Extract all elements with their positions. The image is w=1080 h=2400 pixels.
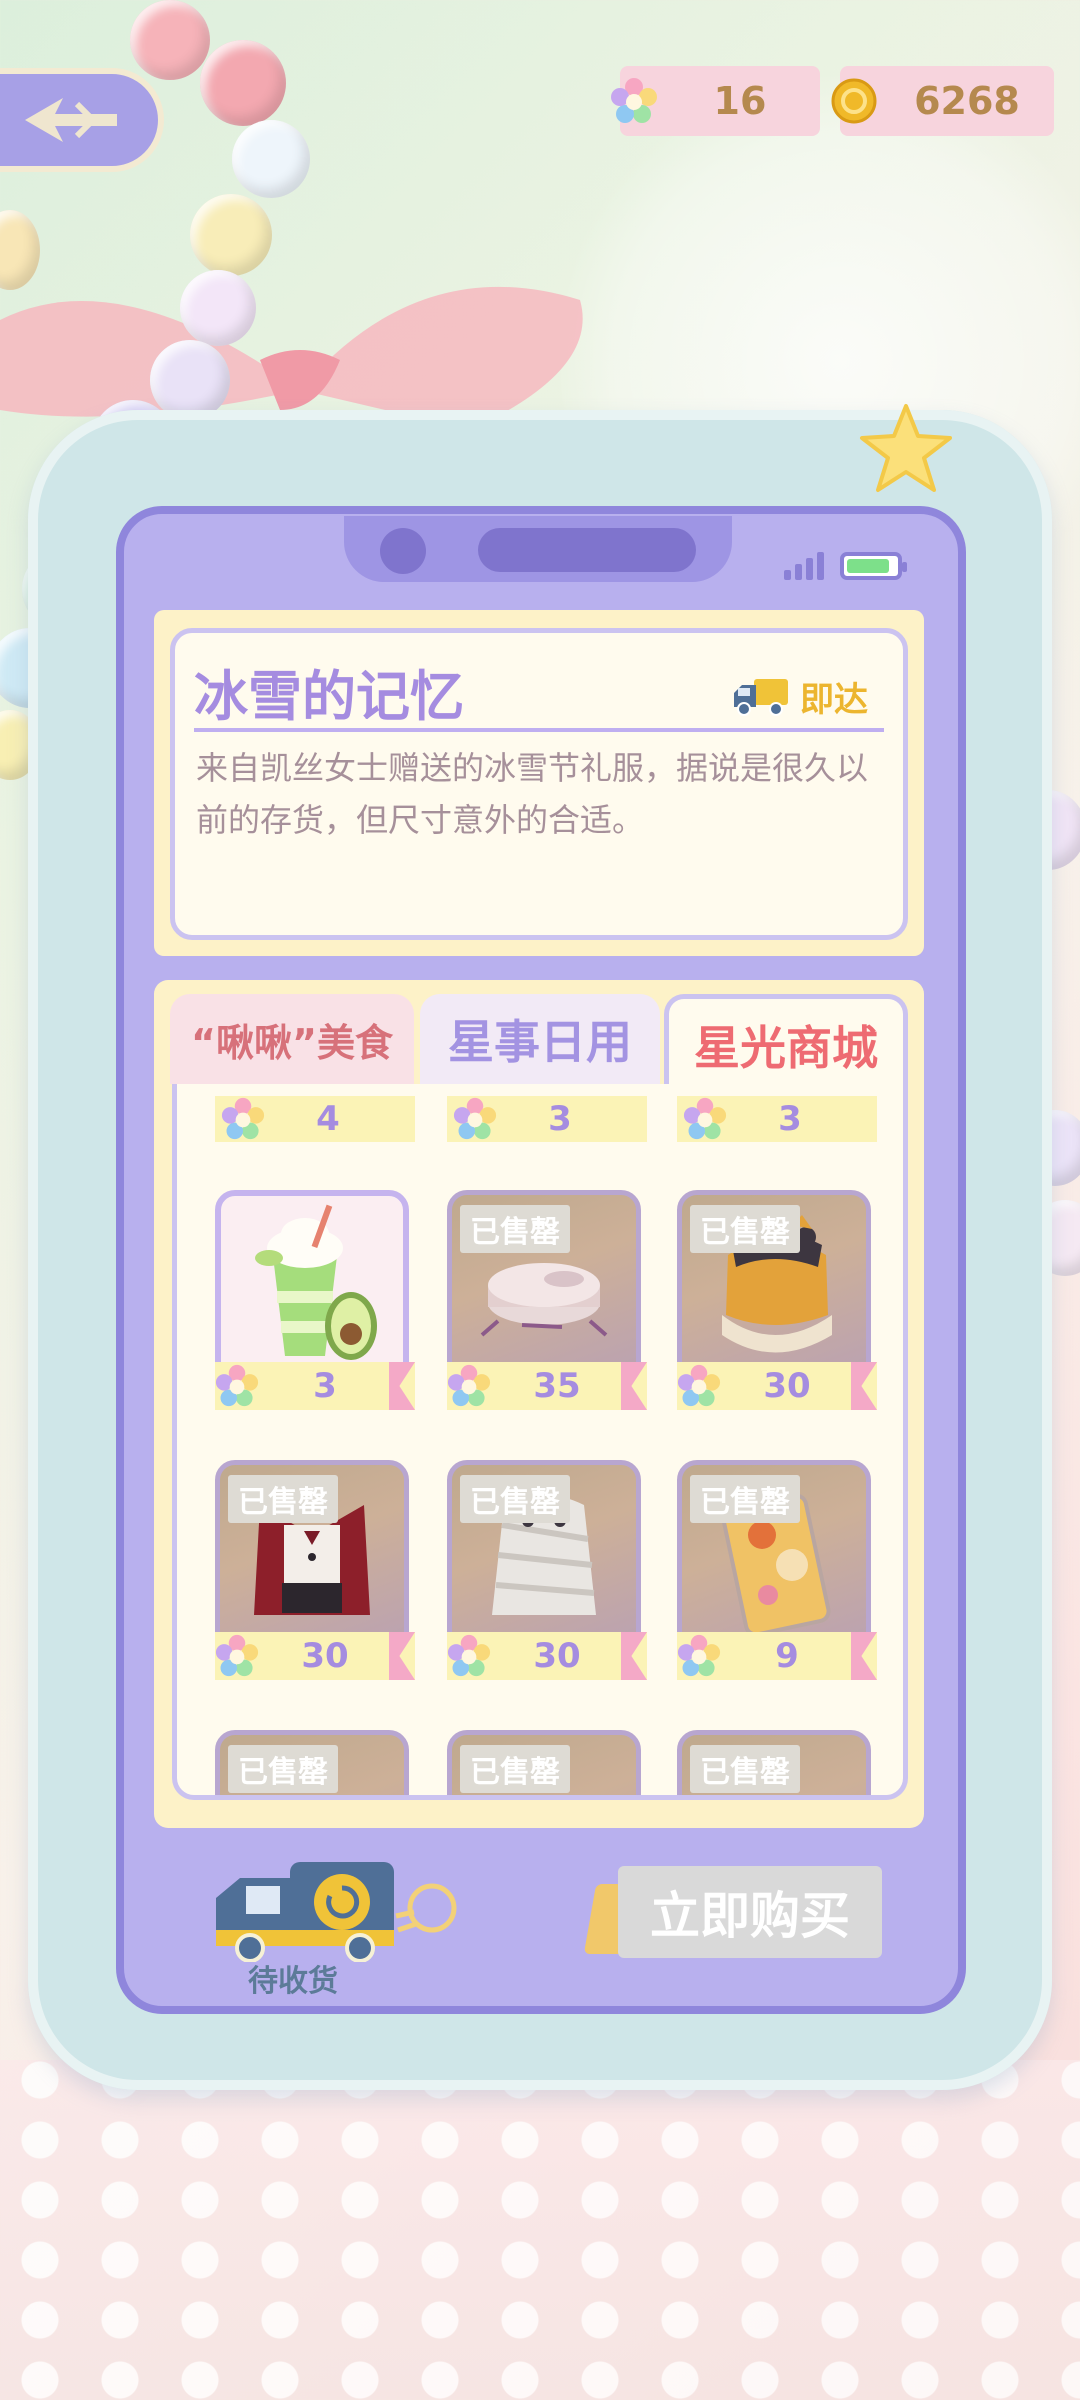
sold-out-label: 已售罄 — [460, 1475, 570, 1523]
sold-out-label: 已售罄 — [690, 1475, 800, 1523]
bead-decoration — [232, 120, 310, 198]
back-arrow-icon — [25, 98, 117, 142]
delivery-truck-icon — [734, 678, 788, 716]
bottom-lace-decoration — [0, 2060, 1080, 2400]
rainbow-star-icon — [209, 1364, 265, 1408]
rainbow-star-icon — [677, 1097, 733, 1141]
rainbow-star-icon — [447, 1097, 503, 1141]
sold-out-label: 已售罄 — [460, 1205, 570, 1253]
rainbow-star-icon — [209, 1634, 265, 1678]
sold-out-label: 已售罄 — [228, 1475, 338, 1523]
back-button[interactable] — [0, 68, 164, 172]
bead-decoration — [180, 270, 256, 346]
item-artwork: 已售罄 — [447, 1730, 641, 1795]
rainbow-star-icon — [215, 1097, 271, 1141]
rainbow-star-icon — [608, 75, 660, 127]
price-value: 35 — [533, 1366, 581, 1406]
price-tag: 30 — [215, 1632, 415, 1680]
price-value: 3 — [548, 1099, 572, 1139]
price-value: 3 — [313, 1366, 337, 1406]
price-tag: 30 — [677, 1362, 877, 1410]
sold-out-label: 已售罄 — [690, 1205, 800, 1253]
pending-delivery-button[interactable] — [210, 1858, 470, 1966]
price-value: 30 — [301, 1636, 349, 1676]
battery-icon — [840, 552, 907, 580]
rainbow-star-icon — [441, 1634, 497, 1678]
signal-icon — [784, 552, 824, 580]
bead-decoration — [130, 0, 210, 80]
price-tag: 3 — [677, 1096, 877, 1142]
item-title: 冰雪的记忆 — [194, 664, 464, 728]
price-tag: 4 — [215, 1096, 415, 1142]
price-tag: 30 — [447, 1632, 647, 1680]
avocado-smoothie-icon — [255, 1204, 377, 1360]
coin-counter: 6268 — [831, 66, 1054, 136]
bead-decoration — [200, 40, 286, 126]
price-value: 9 — [775, 1636, 799, 1676]
yellow-star-decoration — [860, 404, 952, 492]
instant-delivery-badge: 即达 — [732, 672, 868, 721]
price-tag: 3 — [447, 1096, 647, 1142]
tab-food[interactable]: “啾啾”美食 — [170, 994, 414, 1084]
rainbow-star-icon — [671, 1634, 727, 1678]
gold-coin-icon — [828, 75, 880, 127]
pending-delivery-label: 待收货 — [248, 1964, 338, 1999]
instant-delivery-label: 即达 — [800, 680, 868, 720]
tab-daily-goods[interactable]: 星事日用 — [420, 994, 660, 1084]
buy-now-button[interactable]: 立即购买 — [618, 1866, 882, 1958]
price-value: 3 — [778, 1099, 802, 1139]
price-tag: 35 — [447, 1362, 647, 1410]
item-artwork: 已售罄 — [677, 1730, 871, 1795]
item-description: 来自凯丝女士赠送的冰雪节礼服，据说是很久以前的存货，但尺寸意外的合适。 — [196, 749, 869, 839]
title-divider — [194, 728, 884, 732]
sold-out-label: 已售罄 — [460, 1745, 570, 1793]
delivery-truck-icon — [216, 1862, 457, 1963]
price-value: 30 — [533, 1636, 581, 1676]
price-value: 4 — [316, 1099, 340, 1139]
camera-dot — [380, 528, 426, 574]
bead-decoration — [190, 194, 272, 276]
coin-count: 6268 — [914, 79, 1020, 123]
star-count: 16 — [713, 79, 767, 123]
rainbow-star-icon — [671, 1364, 727, 1408]
item-artwork: 已售罄 — [215, 1730, 409, 1795]
item-grid: 4 3 3 3 已售罄 35 已售罄 30 已售罄 30 已售罄 30 已售罄 … — [172, 1084, 908, 1800]
price-tag: 3 — [215, 1362, 415, 1410]
price-value: 30 — [763, 1366, 811, 1406]
speaker-slot — [478, 528, 696, 572]
price-tag: 9 — [677, 1632, 877, 1680]
sold-out-label: 已售罄 — [690, 1745, 800, 1793]
bead-decoration — [150, 340, 230, 420]
rainbow-star-icon — [441, 1364, 497, 1408]
star-counter: 16 — [611, 66, 820, 136]
sold-out-label: 已售罄 — [228, 1745, 338, 1793]
tab-starlight-mall[interactable]: 星光商城 — [664, 994, 908, 1090]
